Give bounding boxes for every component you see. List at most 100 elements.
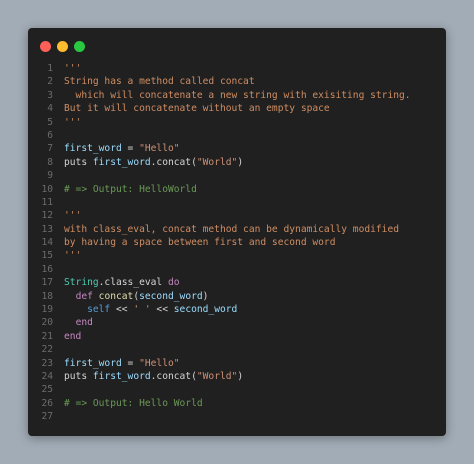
line-number: 7 [47,143,53,155]
code-line: 4 But it will concatenate without an empt… [28,102,446,115]
code-token: ''' [64,116,82,128]
code-token: But it will concatenate without an empty… [64,103,330,115]
code-line: 11 [28,196,446,209]
line-number: 14 [41,237,53,249]
line-source [53,383,64,396]
line-number: 2 [47,76,53,88]
code-line: 6 [28,129,446,142]
line-source: with class_eval, concat method can be dy… [53,223,399,236]
code-line: 25 [28,383,446,396]
code-line: 23 first_word = "Hello" [28,357,446,370]
code-line: 21 end [28,330,446,343]
code-token: with class_eval, concat method can be dy… [64,223,400,235]
line-number: 15 [41,250,53,262]
code-token: ''' [64,250,82,262]
code-token: String [64,277,99,289]
line-number: 9 [47,170,53,182]
code-token: def [75,290,93,302]
line-source: by having a space between first and seco… [53,236,335,249]
window-controls [40,41,85,52]
code-token: self [87,304,111,316]
code-token: String has a method called concat [64,76,255,88]
code-token: << [150,304,174,316]
code-token: which will concatenate a new string with… [64,89,411,101]
code-line: 9 [28,169,446,182]
line-number: 16 [41,263,53,275]
line-number: 23 [41,357,53,369]
line-source: ''' [53,116,81,129]
code-line: 12 ''' [28,209,446,222]
code-token: end [75,317,93,329]
code-line: 2 String has a method called concat [28,75,446,88]
line-number: 17 [41,277,53,289]
line-source: ''' [53,209,81,222]
code-token: first_word [92,370,151,382]
code-token: first_word [92,156,151,168]
line-source: # => Output: HelloWorld [53,183,197,196]
code-token: first_word [64,357,122,369]
code-token: << [110,304,134,316]
code-block: 1 ''' 2 String has a method called concat 3 … [28,62,446,424]
code-line: 7 first_word = "Hello" [28,142,446,155]
code-token: "Hello" [139,143,180,155]
line-source: puts first_word.concat("World") [53,156,243,169]
line-source: ''' [53,249,81,262]
code-token: .class_eval [98,277,168,289]
code-token: .concat( [150,156,197,168]
code-line: 22 [28,343,446,356]
line-source: ''' [53,62,81,75]
code-line: 16 [28,263,446,276]
line-source: But it will concatenate without an empty… [53,102,330,115]
code-token: second_word [173,304,238,316]
line-source [53,129,64,142]
code-token: ''' [64,63,82,74]
line-number: 21 [41,330,53,342]
minimize-button[interactable] [57,41,68,52]
code-token: = [121,143,140,155]
line-number: 6 [47,129,53,141]
code-line: 15 ''' [28,249,446,262]
line-source: end [53,316,93,329]
line-number: 18 [41,290,53,302]
line-number: 3 [47,89,53,101]
code-token: ''' [64,210,82,222]
line-number: 5 [47,116,53,128]
zoom-button[interactable] [74,41,85,52]
line-number: 13 [41,223,53,235]
line-source: which will concatenate a new string with… [53,89,411,102]
line-source: self << ' ' << second_word [53,303,237,316]
line-number: 8 [47,156,53,168]
code-token: # => Output: HelloWorld [64,183,197,195]
line-source: # => Output: Hello World [53,397,203,410]
code-line: 14 by having a space between first and se… [28,236,446,249]
line-number: 12 [41,210,53,222]
line-source: String.class_eval do [53,276,180,289]
code-token: "World" [196,370,238,382]
line-number: 10 [41,183,53,195]
code-window: 1 ''' 2 String has a method called concat 3 … [28,28,446,436]
code-token: ) [237,156,244,168]
code-token: first_word [64,143,122,155]
code-token: second_word [139,290,203,302]
code-token: = [121,357,140,369]
code-token: puts [64,156,93,168]
code-token: .concat( [150,370,197,382]
code-line: 24 puts first_word.concat("World") [28,370,446,383]
line-source: puts first_word.concat("World") [53,370,243,383]
code-token: end [64,330,82,342]
line-source [53,263,64,276]
code-token: concat [98,290,134,302]
line-number: 20 [41,317,53,329]
code-line: 27 [28,410,446,423]
line-number: 4 [47,103,53,115]
line-number: 19 [41,304,53,316]
code-line: 26 # => Output: Hello World [28,397,446,410]
close-button[interactable] [40,41,51,52]
code-token: ) [237,370,244,382]
code-line: 13 with class_eval, concat method can be … [28,223,446,236]
code-line: 8 puts first_word.concat("World") [28,156,446,169]
line-source: def concat(second_word) [53,290,209,303]
